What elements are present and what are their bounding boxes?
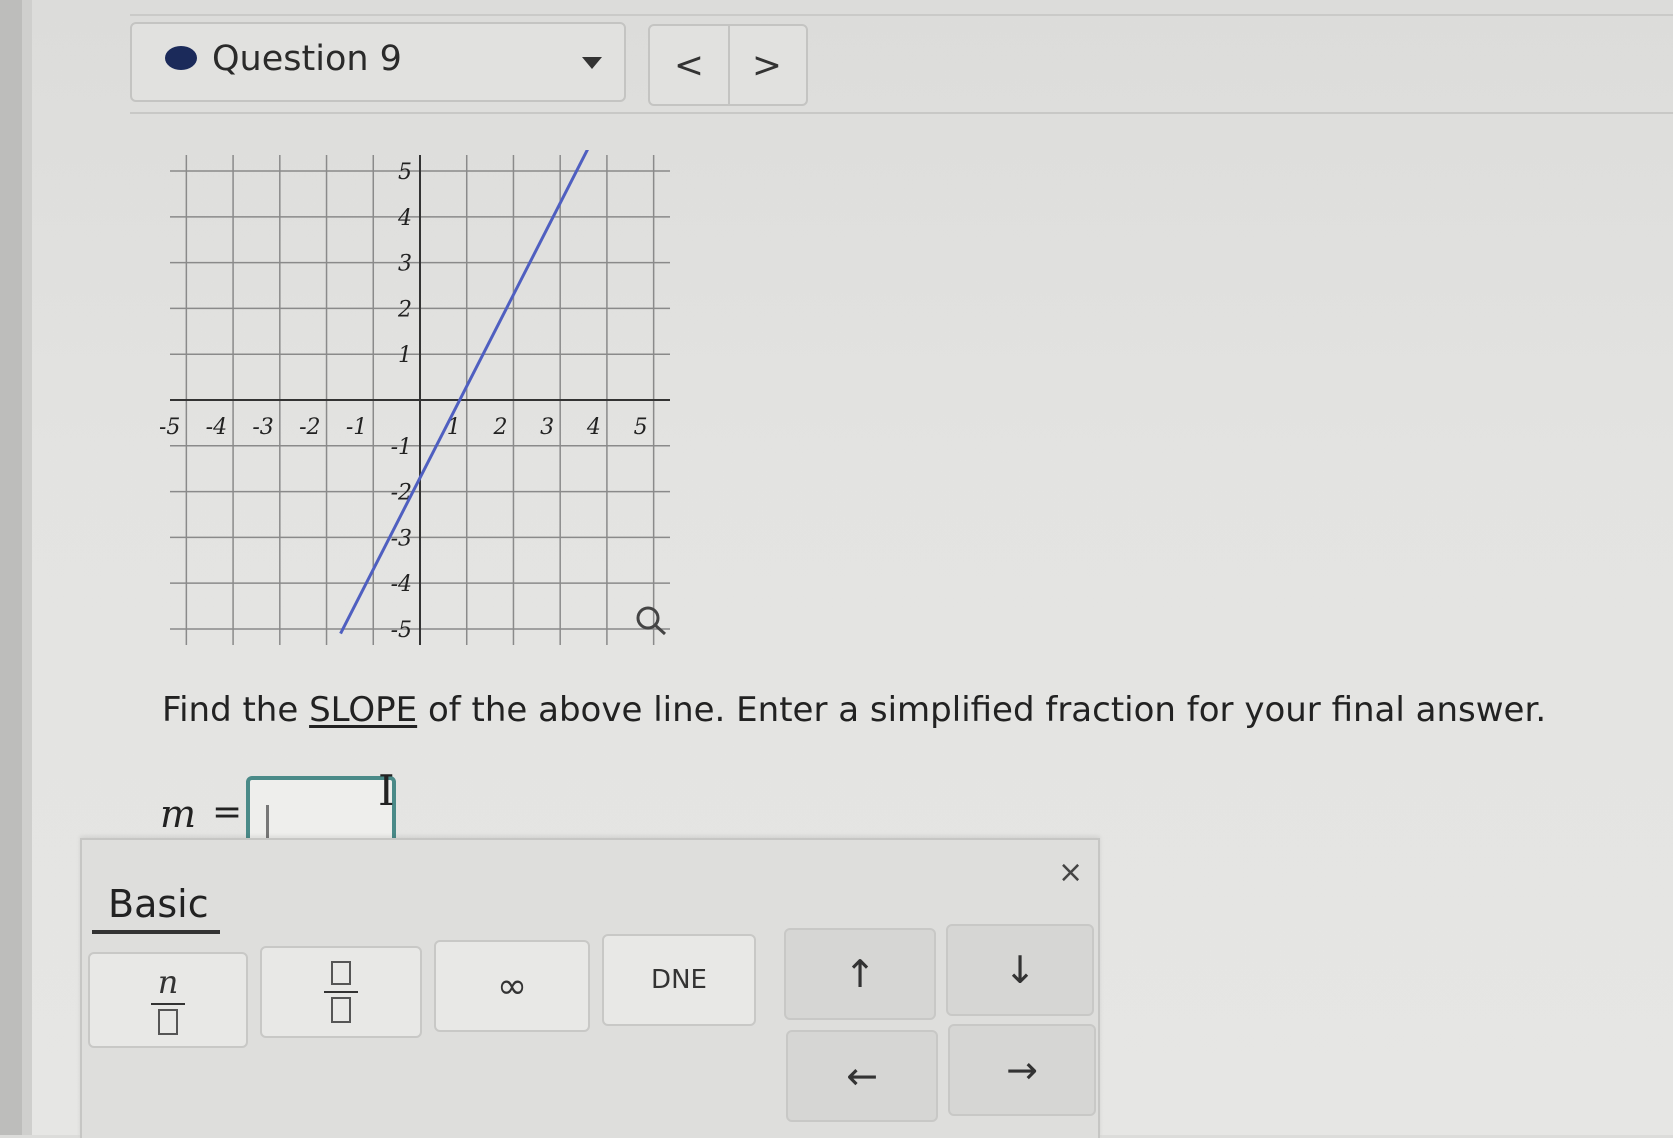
answer-variable: m: [160, 792, 197, 836]
dne-label: DNE: [651, 965, 707, 995]
dropdown-caret-icon: [582, 57, 602, 69]
x-tick-label: -3: [252, 415, 273, 440]
x-tick-label: -4: [206, 415, 227, 440]
i-beam-cursor-icon: I: [378, 766, 395, 815]
prompt-emphasis: SLOPE: [309, 690, 418, 730]
placeholder-box-icon: [158, 1009, 178, 1035]
close-keypad-button[interactable]: ×: [1058, 855, 1083, 890]
arrow-right-icon: →: [1006, 1048, 1038, 1092]
fraction-n-over-box-button[interactable]: n: [88, 952, 248, 1048]
placeholder-box-icon: [331, 997, 351, 1023]
top-divider: [130, 14, 1673, 16]
y-tick-label: 1: [398, 343, 412, 368]
zoom-icon[interactable]: [636, 606, 667, 636]
y-tick-label: 5: [398, 160, 412, 185]
y-tick-label: -4: [391, 572, 412, 597]
down-arrow-button[interactable]: ↓: [946, 924, 1094, 1016]
next-question-button[interactable]: >: [728, 26, 806, 104]
x-tick-label: -1: [346, 415, 367, 440]
y-tick-label: 4: [397, 206, 412, 231]
dne-button[interactable]: DNE: [602, 934, 756, 1026]
x-tick-label: 2: [492, 415, 507, 440]
y-tick-label: 3: [398, 252, 412, 277]
series-line: [339, 150, 589, 635]
x-tick-label: -2: [299, 415, 320, 440]
tab-active-indicator: [92, 930, 220, 934]
left-arrow-button[interactable]: ←: [786, 1030, 938, 1122]
header-divider: [130, 112, 1673, 114]
arrow-left-icon: ←: [846, 1054, 878, 1098]
arrow-up-icon: ↑: [844, 952, 876, 996]
up-arrow-button[interactable]: ↑: [784, 928, 936, 1020]
question-selector[interactable]: Question 9: [130, 22, 626, 102]
question-nav: < >: [648, 24, 808, 106]
x-tick-label: -5: [160, 415, 180, 440]
arrow-down-icon: ↓: [1004, 948, 1036, 992]
prompt-text-end: of the above line. Enter a simplified fr…: [417, 690, 1547, 730]
fraction-numerator: n: [157, 963, 179, 1001]
text-cursor: [266, 805, 269, 839]
prompt-text-start: Find the: [162, 690, 310, 730]
axes: [170, 155, 670, 645]
question-label: Question 9: [212, 39, 402, 79]
equals-sign: =: [212, 792, 243, 833]
series: [339, 150, 589, 635]
placeholder-box-icon: [331, 961, 351, 985]
x-tick-label: 5: [634, 415, 648, 440]
prev-question-button[interactable]: <: [650, 26, 730, 104]
infinity-button[interactable]: ∞: [434, 940, 590, 1032]
line-graph: -5 -4 -3 -2 -1 1 2 3 4 5 54321-1-2-3-4-5: [160, 150, 670, 645]
screen-edge-inner: [22, 0, 32, 1135]
y-tick-label: -5: [391, 618, 412, 643]
y-tick-labels: 54321-1-2-3-4-5: [391, 160, 412, 643]
screen-edge: [0, 0, 22, 1135]
y-tick-label: 2: [397, 297, 412, 322]
x-tick-label: 3: [540, 415, 554, 440]
question-prompt: Find the SLOPE of the above line. Enter …: [162, 690, 1546, 730]
question-status-dot: [165, 46, 197, 70]
infinity-icon: ∞: [497, 965, 527, 1007]
right-arrow-button[interactable]: →: [948, 1024, 1096, 1116]
tab-basic[interactable]: Basic: [108, 882, 209, 926]
fraction-template-button[interactable]: [260, 946, 422, 1038]
x-tick-label: 4: [586, 415, 601, 440]
y-tick-label: -1: [391, 435, 412, 460]
